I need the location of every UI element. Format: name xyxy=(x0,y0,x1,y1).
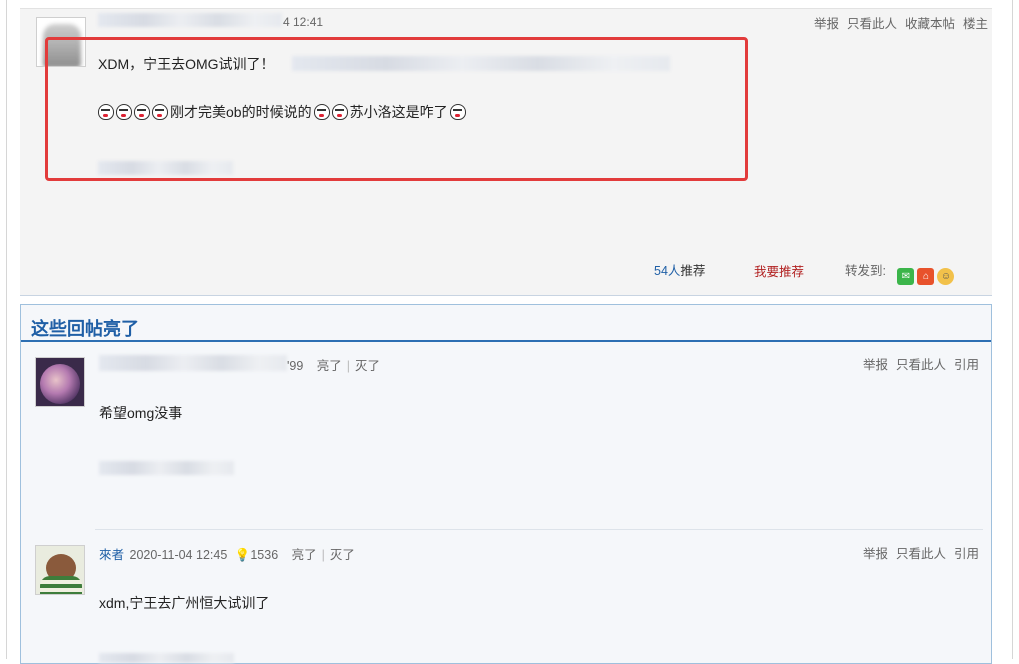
home-share-icon[interactable]: ⌂ xyxy=(917,268,935,285)
only-this-user-link[interactable]: 只看此人 xyxy=(847,17,897,31)
wechat-icon[interactable]: ✉ xyxy=(897,268,915,285)
recommend-count: 54人推荐 xyxy=(654,260,705,279)
dim-button[interactable]: 灭了 xyxy=(330,548,355,562)
post-time: 4 12:41 xyxy=(283,15,324,29)
reply-text: 希望omg没事 xyxy=(99,405,183,421)
emoji-share-icon[interactable]: ☺ xyxy=(937,268,955,285)
post-actions: 举报 只看此人 收藏本帖 楼主 xyxy=(806,13,988,32)
only-this-user-link[interactable]: 只看此人 xyxy=(896,358,946,372)
section-divider xyxy=(21,340,991,342)
report-link[interactable]: 举报 xyxy=(863,358,888,372)
share-label: 转发到: xyxy=(845,264,886,278)
signature-blurred xyxy=(99,461,234,475)
reply-meta: '99 亮了 | 灭了 xyxy=(287,355,380,374)
dim-button[interactable]: 灭了 xyxy=(355,359,380,373)
avatar[interactable] xyxy=(35,545,85,595)
separator: | xyxy=(321,548,325,562)
favorite-link[interactable]: 收藏本帖 xyxy=(905,17,955,31)
reply-time: 2020-11-04 12:45 xyxy=(129,548,228,562)
reply-text: xdm,宁王去广州恒大试训了 xyxy=(99,595,270,611)
user-suffix: '99 xyxy=(287,359,304,373)
username-blurred xyxy=(98,13,282,27)
signature-blurred xyxy=(99,653,234,663)
lightbulb-icon: 💡 xyxy=(234,548,251,562)
reply-actions: 举报 只看此人 引用 xyxy=(855,543,979,562)
share-bar: 转发到: ✉ ⌂ ☺ xyxy=(845,260,955,285)
quote-link[interactable]: 引用 xyxy=(954,547,979,561)
username-blurred xyxy=(99,355,287,371)
recommend-label: 推荐 xyxy=(680,264,706,278)
username-link[interactable]: 來者 xyxy=(99,548,124,562)
reply-actions: 举报 只看此人 引用 xyxy=(855,354,979,373)
only-this-user-link[interactable]: 只看此人 xyxy=(896,547,946,561)
highlight-annotation-box xyxy=(45,37,748,181)
reply-meta: 來者 2020-11-04 12:45 💡1536 亮了 | 灭了 xyxy=(99,544,355,563)
want-recommend-button[interactable]: 我要推荐 xyxy=(754,261,804,280)
light-count: 1536 xyxy=(250,548,279,562)
section-title: 这些回帖亮了 xyxy=(31,319,139,339)
report-link[interactable]: 举报 xyxy=(814,17,839,31)
avatar[interactable] xyxy=(35,357,85,407)
floor-owner-label: 楼主 xyxy=(962,17,988,31)
reply-divider xyxy=(95,529,983,530)
light-button[interactable]: 亮了 xyxy=(317,359,342,373)
quote-link[interactable]: 引用 xyxy=(954,358,979,372)
separator: | xyxy=(346,359,351,373)
light-button[interactable]: 亮了 xyxy=(292,548,317,562)
report-link[interactable]: 举报 xyxy=(863,547,888,561)
recommend-number[interactable]: 54人 xyxy=(654,264,680,278)
lit-replies-section: 这些回帖亮了 '99 亮了 | 灭了 举报 只看此人 引用 希望omg没事 來者 202… xyxy=(20,304,992,664)
